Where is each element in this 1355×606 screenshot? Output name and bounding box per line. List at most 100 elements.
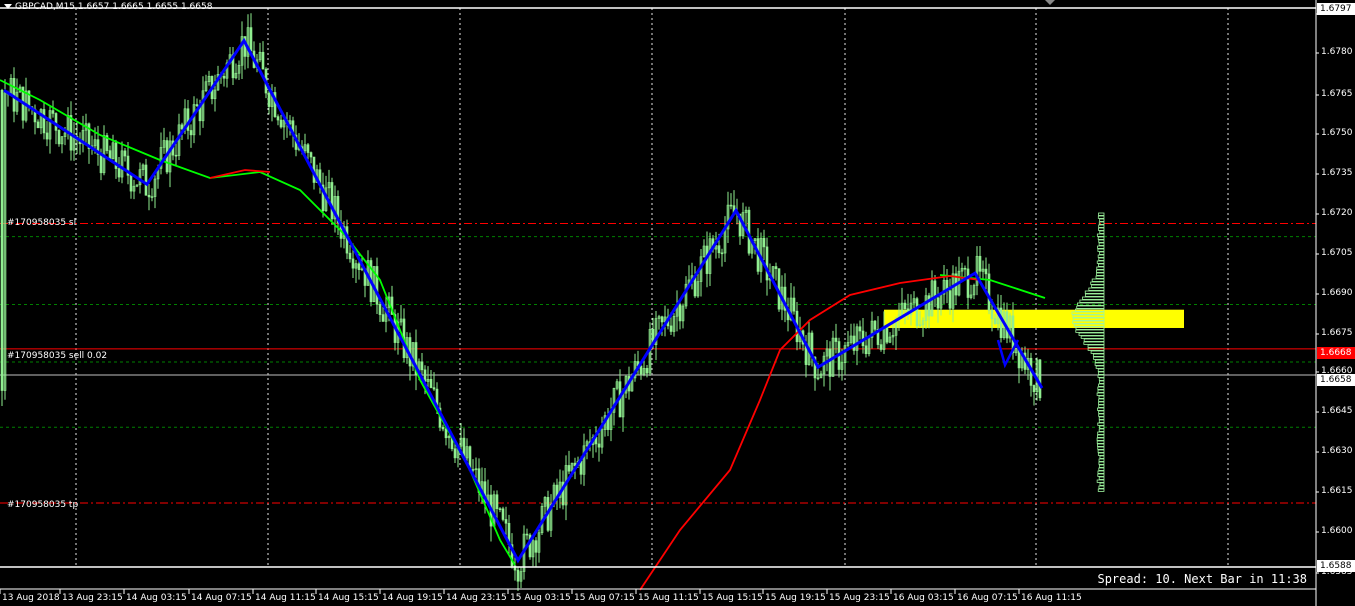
volume-bar (1097, 407, 1105, 411)
price-tick-label: 1.6675 (1321, 328, 1353, 338)
candle-body (381, 314, 385, 322)
volume-bar (1097, 431, 1105, 435)
time-tick-label: 15 Aug 15:15 (702, 593, 763, 603)
candle-body (567, 465, 571, 472)
candle-body (441, 426, 445, 430)
price-tick-label: 1.6705 (1321, 248, 1353, 258)
volume-bar (1076, 305, 1105, 309)
candle-body (534, 540, 538, 553)
candle-body (180, 124, 184, 130)
candle-body (963, 267, 967, 270)
price-tick-label: 1.6780 (1321, 47, 1353, 57)
candle-body (432, 387, 436, 390)
volume-bar (1099, 482, 1105, 486)
volume-bar (1097, 473, 1105, 477)
volume-bar (1098, 227, 1105, 231)
candle-body (453, 448, 457, 459)
candle-body (852, 335, 856, 351)
candle-body (222, 75, 226, 79)
candle-body (147, 194, 151, 198)
candle-body (249, 27, 253, 52)
price-tick-label: 1.6615 (1321, 486, 1353, 496)
volume-bar (1083, 341, 1105, 345)
volume-bar (1080, 335, 1105, 339)
candle-body (660, 316, 664, 323)
order-tp-label[interactable]: #170958035 tp (7, 500, 78, 510)
volume-bar (1094, 362, 1105, 366)
volume-bar (1093, 356, 1105, 360)
price-tick-label: 1.6690 (1321, 288, 1353, 298)
volume-bar (1087, 344, 1105, 348)
volume-bar (1096, 233, 1105, 237)
volume-bar (1098, 428, 1105, 432)
volume-bar (1099, 230, 1105, 234)
price-tick-label: 1.6630 (1321, 446, 1353, 456)
time-tick-label: 14 Aug 07:15 (191, 593, 252, 603)
candle-body (99, 154, 103, 174)
dropdown-triangle-icon[interactable] (4, 4, 12, 9)
bid-price-tag: 1.6658 (1317, 374, 1355, 386)
chart-frame (0, 0, 1319, 606)
volume-bar (1096, 392, 1105, 396)
candle-body (903, 302, 907, 310)
candle-body (330, 182, 334, 220)
volume-bar (1091, 278, 1105, 282)
candle-body (1032, 385, 1036, 393)
candle-body (915, 298, 919, 326)
volume-bar (1097, 254, 1105, 258)
time-tick-label: 16 Aug 07:15 (957, 593, 1018, 603)
volume-bar (1090, 281, 1105, 285)
candle-body (375, 266, 379, 305)
candle-body (669, 325, 673, 332)
volume-bar (1097, 446, 1105, 450)
candle-body (516, 569, 520, 582)
candle-body (123, 150, 127, 157)
volume-bar (1084, 293, 1105, 297)
time-tick-label: 14 Aug 11:15 (255, 593, 316, 603)
order-entry-label[interactable]: #170958035 sell 0.02 (7, 351, 107, 361)
volume-bar (1099, 455, 1105, 459)
candle-body (504, 519, 508, 524)
volume-bar (1098, 410, 1105, 414)
shift-marker-icon (1045, 0, 1055, 5)
candle-body (57, 130, 61, 145)
entry-price-tag: 1.6668 (1317, 347, 1355, 359)
volume-bar (1088, 287, 1105, 291)
volume-bar (1099, 251, 1105, 255)
candle-body (678, 304, 682, 322)
time-tick-label: 15 Aug 19:15 (765, 593, 826, 603)
volume-bar (1090, 350, 1105, 354)
volume-bar (1098, 485, 1105, 489)
volume-bar (1097, 368, 1105, 372)
candle-body (525, 533, 529, 536)
order-sl-label[interactable]: #170958035 sl (7, 218, 76, 228)
candle-body (378, 304, 382, 315)
candle-body (348, 252, 352, 260)
candle-body (864, 345, 868, 355)
volume-bar (1079, 299, 1105, 303)
volume-bar (1095, 275, 1105, 279)
volume-bar (1098, 383, 1105, 387)
candle-body (357, 263, 361, 270)
candle-body (873, 320, 877, 330)
zigzag-indicator (3, 37, 1044, 564)
volume-bar (1097, 452, 1105, 456)
candle-body (45, 132, 49, 140)
volume-bar (1097, 449, 1105, 453)
volume-bar (1097, 215, 1105, 219)
candle-body (117, 168, 121, 178)
price-tick-label: 1.6600 (1321, 526, 1353, 536)
price-chart[interactable] (0, 0, 1355, 606)
volume-bar (1091, 284, 1105, 288)
candle-body (189, 130, 193, 136)
time-tick-label: 13 Aug 23:15 (62, 593, 123, 603)
volume-bar (1096, 266, 1105, 270)
bottom-price-tag: 1.6588 (1317, 560, 1355, 572)
price-tick-label: 1.6720 (1321, 208, 1353, 218)
candle-body (948, 290, 952, 309)
candle-body (261, 51, 265, 70)
volume-bar (1084, 290, 1105, 294)
candle-body (999, 307, 1003, 338)
volume-bar (1083, 338, 1105, 342)
volume-bar (1096, 272, 1105, 276)
